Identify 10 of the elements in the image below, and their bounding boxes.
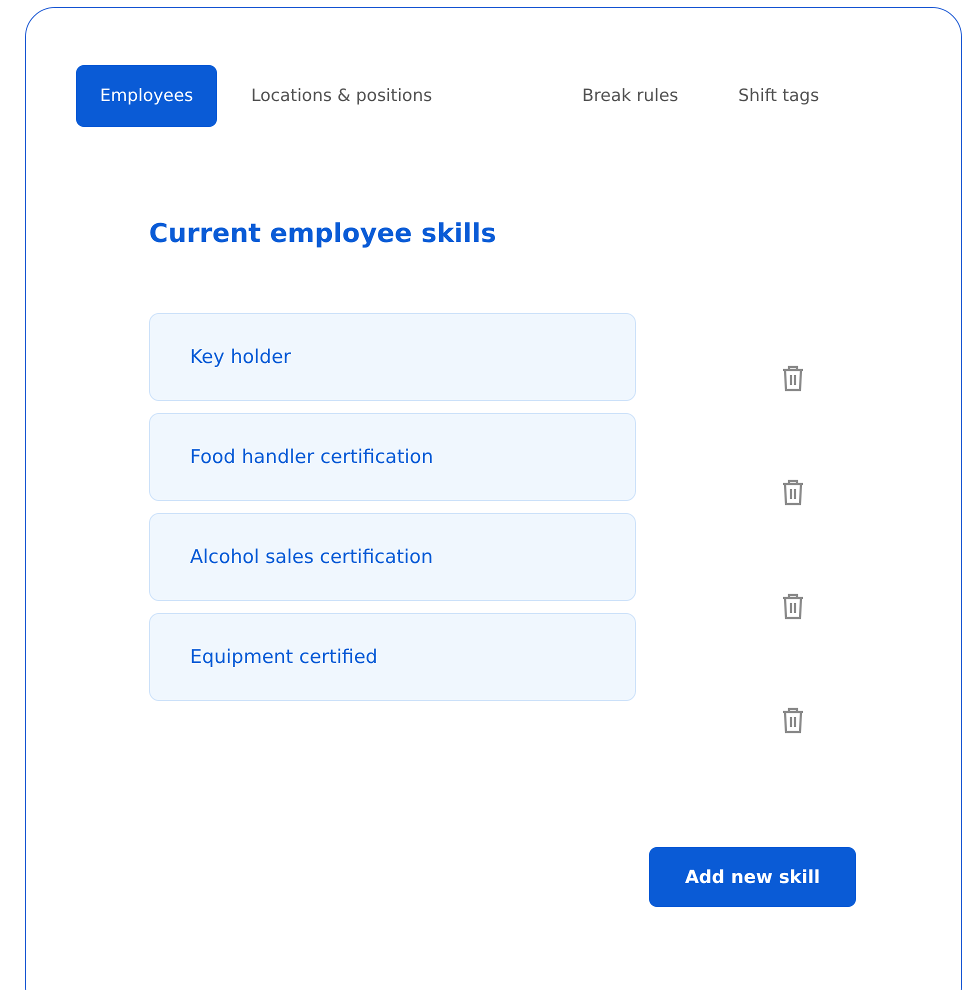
skill-item[interactable]: Key holder <box>149 313 636 401</box>
skill-item[interactable]: Equipment certified <box>149 613 636 701</box>
tab[interactable]: Employees <box>76 65 218 127</box>
tab[interactable]: Locations & positions <box>227 65 456 127</box>
add-skill-button[interactable]: Add new skill <box>649 847 856 907</box>
tab[interactable]: Break rules <box>558 65 702 127</box>
skill-item[interactable]: Food handler certification <box>149 413 636 501</box>
tab[interactable]: Shift tags <box>714 65 844 127</box>
section-heading: Current employee skills <box>149 219 498 249</box>
skill-item[interactable]: Alcohol sales certification <box>149 513 636 601</box>
